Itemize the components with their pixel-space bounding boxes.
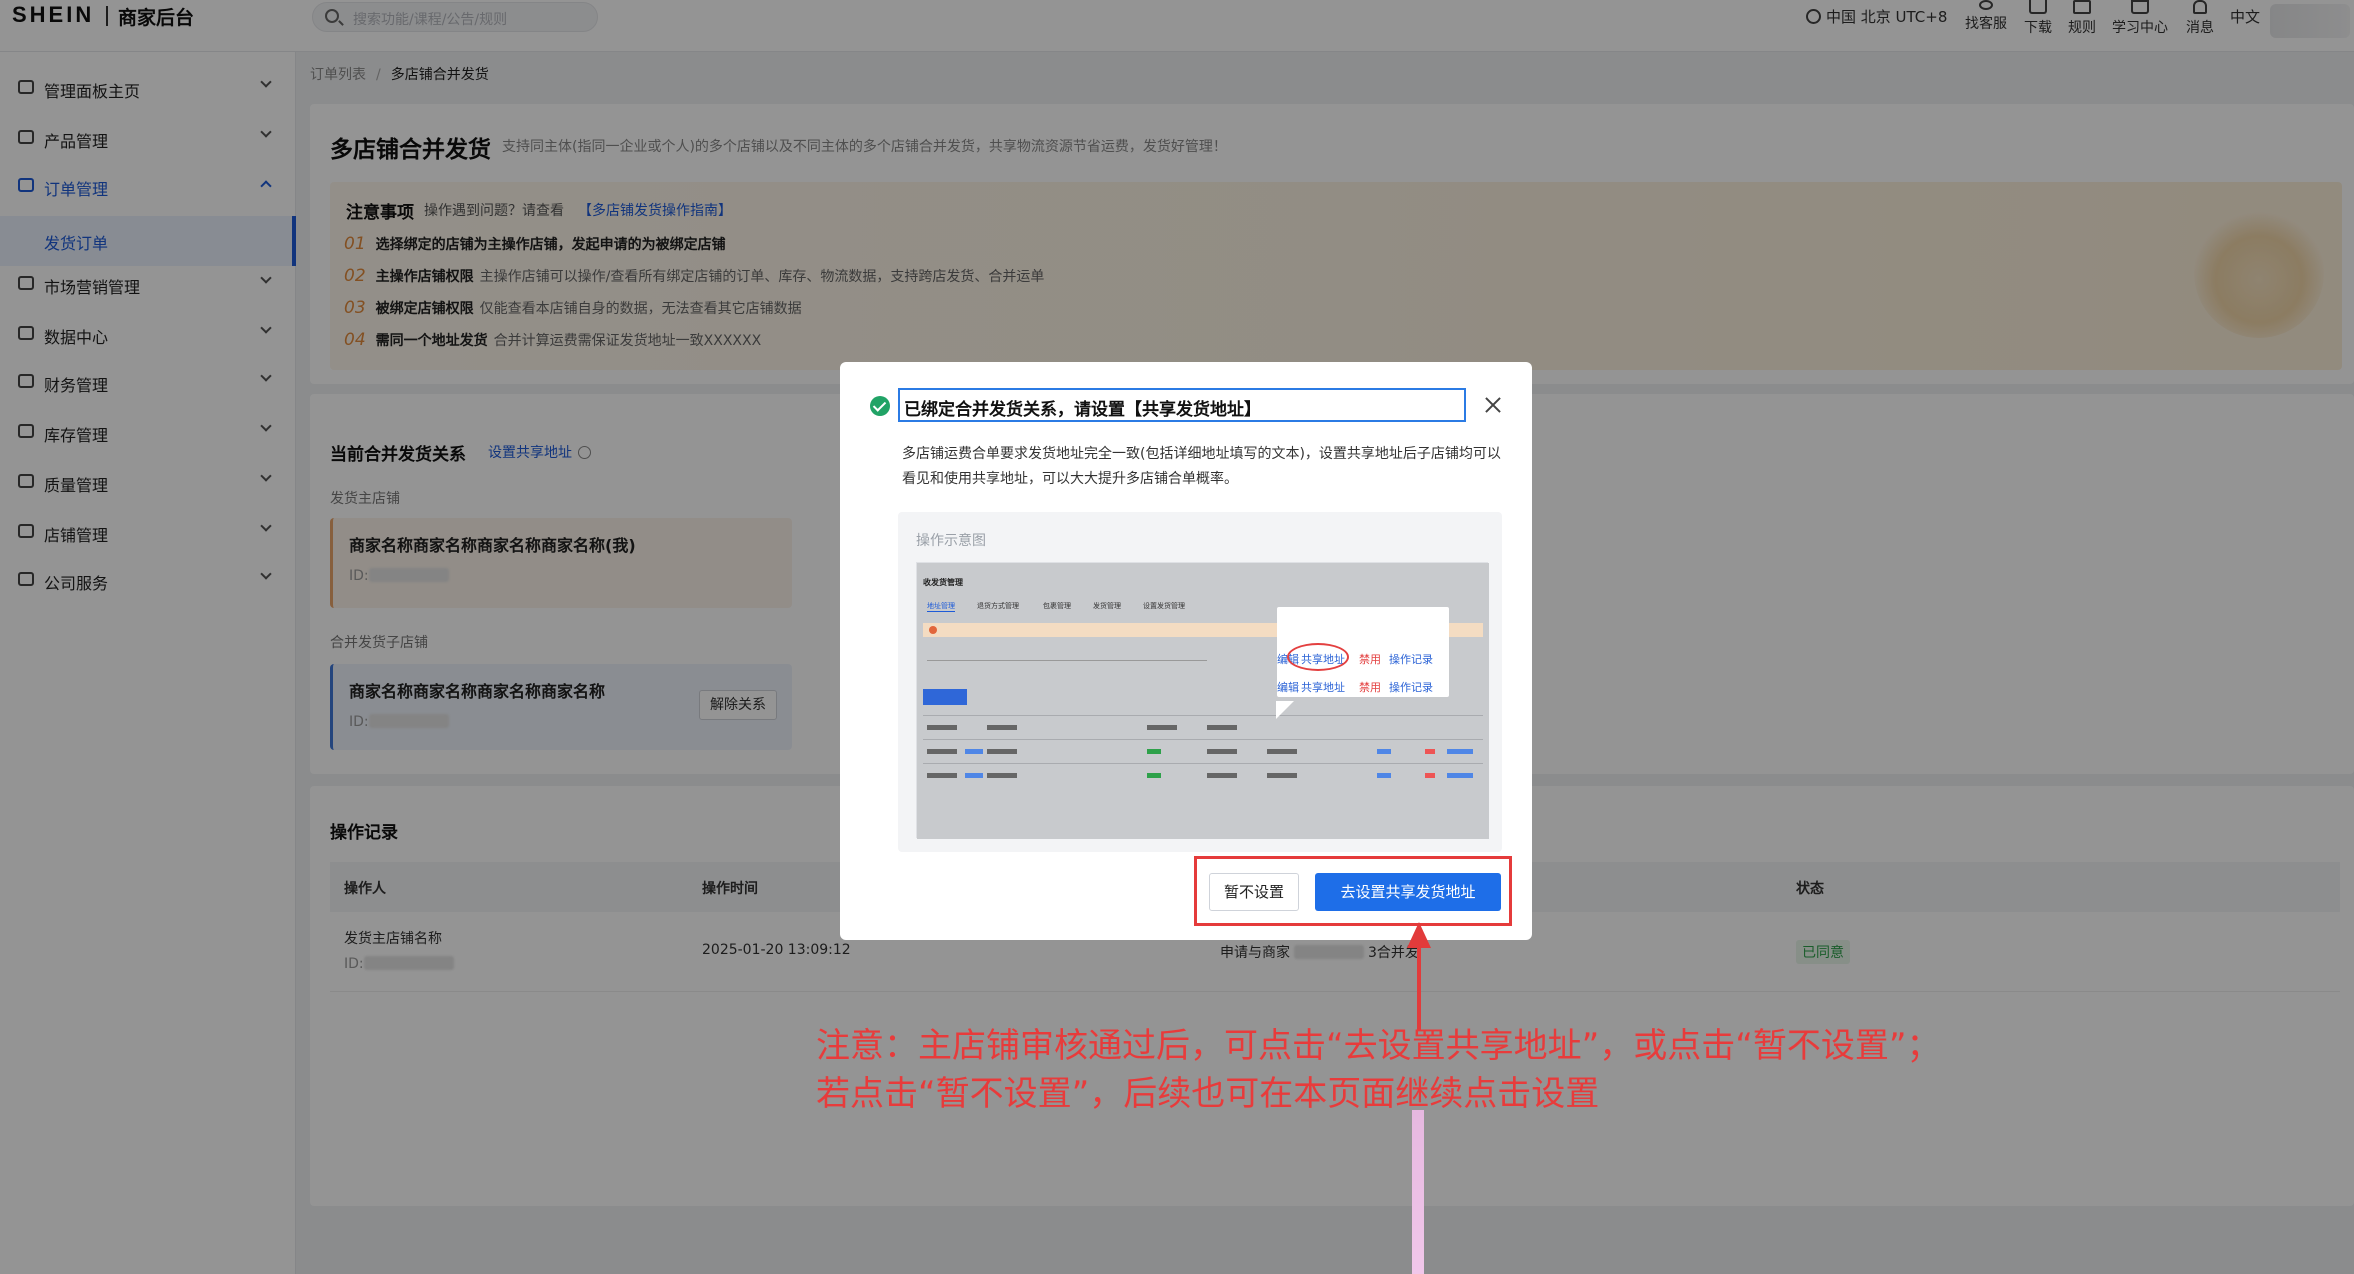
demo-screenshot: 收发货管理 地址管理 退货方式管理 包裹管理 发货管理 设置发货管理 编辑 共享… bbox=[916, 562, 1489, 839]
close-icon[interactable] bbox=[1482, 394, 1504, 416]
skip-setting-button[interactable]: 暂不设置 bbox=[1209, 873, 1299, 911]
buttons-highlight-box: 暂不设置 去设置共享发货地址 bbox=[1194, 856, 1512, 926]
annotation-arrow-line bbox=[1417, 944, 1421, 1030]
shared-address-modal: 已绑定合并发货关系，请设置【共享发货地址】 多店铺运费合单要求发货地址完全一致(… bbox=[840, 362, 1532, 940]
highlight-circle bbox=[1287, 643, 1349, 671]
modal-title: 已绑定合并发货关系，请设置【共享发货地址】 bbox=[904, 400, 1261, 420]
annotation-line-2: 若点击“暂不设置”，后续也可在本页面继续点击设置 bbox=[816, 1074, 1600, 1114]
set-shared-address-button[interactable]: 去设置共享发货地址 bbox=[1315, 873, 1501, 911]
annotation-line-1: 注意：主店铺审核通过后，可点击“去设置共享地址”，或点击“暂不设置”； bbox=[816, 1026, 1941, 1066]
annotation-note: 注意：主店铺审核通过后，可点击“去设置共享地址”，或点击“暂不设置”； 若点击“… bbox=[816, 1022, 1940, 1118]
modal-description: 多店铺运费合单要求发货地址完全一致(包括详细地址填写的文本)，设置共享地址后子店… bbox=[902, 446, 1501, 487]
demo-panel: 操作示意图 收发货管理 地址管理 退货方式管理 包裹管理 发货管理 设置发货管理 bbox=[898, 512, 1502, 852]
modal-title-highlight: 已绑定合并发货关系，请设置【共享发货地址】 bbox=[898, 388, 1466, 422]
decorative-line bbox=[1412, 1110, 1424, 1274]
demo-popover: 编辑 共享地址 禁用 操作记录 编辑 共享地址 禁用 操作记录 bbox=[1276, 607, 1449, 719]
demo-label: 操作示意图 bbox=[916, 533, 986, 549]
success-check-icon bbox=[870, 396, 890, 416]
